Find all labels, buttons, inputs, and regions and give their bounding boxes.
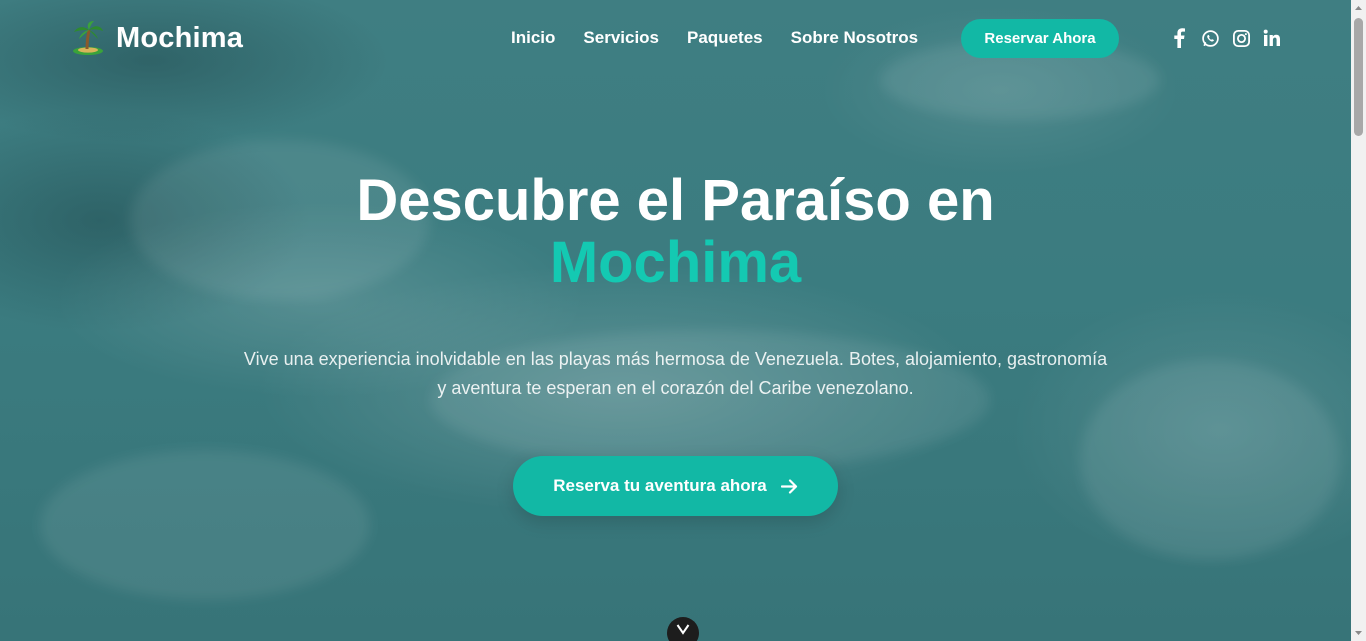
page-scrollbar[interactable]	[1351, 0, 1366, 641]
reservar-ahora-button[interactable]: Reservar Ahora	[961, 19, 1119, 58]
whatsapp-icon[interactable]	[1200, 27, 1220, 49]
scroll-down-arrow-icon[interactable]	[1354, 628, 1363, 638]
nav-link-sobre-nosotros[interactable]: Sobre Nosotros	[791, 28, 919, 48]
foam-texture	[40, 450, 370, 600]
brand-name: Mochima	[116, 21, 244, 54]
top-navbar: Mochima Inicio Servicios Paquetes Sobre …	[0, 0, 1351, 80]
hero-title-accent: Mochima	[549, 230, 802, 295]
hero-title: Descubre el Paraíso en Mochima	[0, 170, 1351, 294]
scroll-up-arrow-icon[interactable]	[1354, 3, 1363, 13]
scrollbar-thumb[interactable]	[1354, 18, 1363, 136]
main-menu: Inicio Servicios Paquetes Sobre Nosotros	[511, 28, 918, 48]
palm-island-icon	[73, 21, 103, 55]
nav-link-inicio[interactable]: Inicio	[511, 28, 555, 48]
scroll-down-button[interactable]	[667, 617, 699, 641]
linkedin-icon[interactable]	[1262, 27, 1282, 49]
nav-link-servicios[interactable]: Servicios	[583, 28, 659, 48]
social-links	[1169, 27, 1282, 49]
brand-logo[interactable]: Mochima	[70, 20, 243, 56]
hero-background	[0, 0, 1351, 641]
arrow-right-icon	[780, 478, 797, 494]
facebook-icon[interactable]	[1169, 27, 1189, 49]
chevron-down-icon	[676, 624, 690, 635]
hero-title-line: Descubre el Paraíso en	[356, 168, 995, 233]
reserva-aventura-button[interactable]: Reserva tu aventura ahora	[513, 456, 838, 516]
reserva-aventura-label: Reserva tu aventura ahora	[553, 476, 767, 495]
foam-texture	[1080, 360, 1340, 560]
instagram-icon[interactable]	[1231, 27, 1251, 49]
hero-subtitle: Vive una experiencia inolvidable en las …	[243, 349, 1108, 398]
nav-link-paquetes[interactable]: Paquetes	[687, 28, 763, 48]
